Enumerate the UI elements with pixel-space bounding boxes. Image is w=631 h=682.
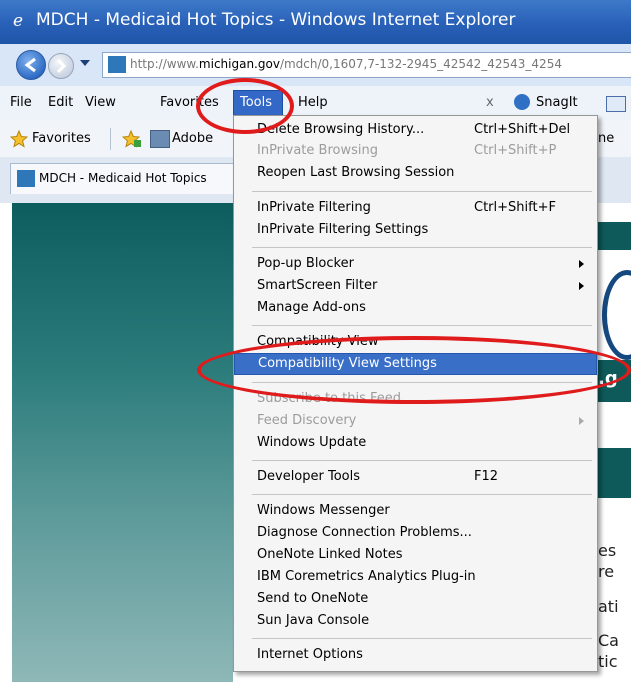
window-title: MDCH - Medicaid Hot Topics - Windows Int…: [36, 10, 516, 30]
svg-text:e: e: [13, 11, 23, 29]
submenu-arrow-icon: [579, 260, 584, 268]
page-text-line: Ca: [598, 631, 619, 650]
title-bar: e MDCH - Medicaid Hot Topics - Windows I…: [0, 0, 631, 44]
page-text-line: ati: [598, 597, 619, 616]
favbar-overflow-text: ne: [598, 131, 615, 146]
menu-item-inprivate-filtering-settings[interactable]: InPrivate Filtering Settings: [234, 220, 595, 241]
page-nav-band: [597, 448, 631, 498]
annotation-ring-compatibility-settings: [197, 336, 631, 404]
menu-item-inprivate-browsing: InPrivate Browsing Ctrl+Shift+P: [257, 143, 557, 158]
menu-file[interactable]: File: [10, 95, 32, 110]
ie-logo-icon: e: [13, 11, 23, 29]
menu-item-smartscreen-filter[interactable]: SmartScreen Filter: [234, 276, 595, 297]
menu-item-delete-browsing-history[interactable]: Delete Browsing History... Ctrl+Shift+De…: [234, 120, 595, 141]
page-text-line: re: [598, 562, 615, 581]
menu-item-manage-addons[interactable]: Manage Add-ons: [234, 298, 595, 319]
menu-item-developer-tools[interactable]: Developer Tools F12: [234, 467, 595, 488]
back-button[interactable]: [16, 50, 46, 80]
menu-view[interactable]: View: [85, 95, 116, 110]
menu-item-internet-options[interactable]: Internet Options: [234, 645, 595, 666]
menu-item-inprivate-filtering[interactable]: InPrivate Filtering Ctrl+Shift+F: [234, 198, 595, 219]
snagit-capture-icon[interactable]: [606, 96, 626, 112]
favbar-divider: [110, 128, 111, 150]
address-row: http://www.michigan.gov/mdch/0,1607,7-13…: [0, 44, 631, 86]
menu-item-diagnose-connection[interactable]: Diagnose Connection Problems...: [234, 523, 595, 544]
snagit-icon: [514, 94, 530, 110]
adobe-link[interactable]: Adobe: [172, 131, 213, 146]
menu-item-feed-discovery: Feed Discovery: [234, 411, 595, 432]
favorites-star-icon: [10, 130, 28, 148]
forward-arrow-icon: [56, 58, 67, 74]
menu-separator: [252, 460, 592, 461]
menu-edit[interactable]: Edit: [48, 95, 73, 110]
menu-item-onenote-linked-notes[interactable]: OneNote Linked Notes: [234, 545, 595, 566]
menu-item-windows-messenger[interactable]: Windows Messenger: [234, 501, 595, 522]
menu-separator: [252, 325, 592, 326]
menu-item-ibm-coremetrics[interactable]: IBM Coremetrics Analytics Plug-in: [234, 567, 595, 588]
tab-mdch-medicaid[interactable]: MDCH - Medicaid Hot Topics: [10, 163, 234, 194]
page-text-line: tic: [598, 652, 618, 671]
menu-separator: [252, 191, 592, 192]
address-bar[interactable]: http://www.michigan.gov/mdch/0,1607,7-13…: [102, 52, 631, 78]
menu-help[interactable]: Help: [298, 95, 328, 110]
annotation-ring-tools: [196, 78, 294, 134]
favorites-button[interactable]: Favorites: [32, 131, 91, 146]
menu-item-send-to-onenote[interactable]: Send to OneNote: [234, 589, 595, 610]
page-background-left: [12, 203, 233, 682]
snagit-button[interactable]: SnagIt: [536, 95, 578, 110]
add-favorite-icon[interactable]: [122, 130, 142, 148]
menu-separator: [252, 638, 592, 639]
site-favicon-icon: [108, 56, 126, 73]
tab-label: MDCH - Medicaid Hot Topics: [39, 171, 207, 185]
menu-item-windows-update[interactable]: Windows Update: [234, 433, 595, 454]
menu-separator: [252, 247, 592, 248]
submenu-arrow-icon: [579, 417, 584, 425]
tab-favicon-icon: [17, 170, 35, 187]
back-arrow-icon: [24, 57, 36, 73]
page-header-band: [597, 222, 631, 250]
menu-item-reopen-last-session[interactable]: Reopen Last Browsing Session: [234, 163, 595, 184]
submenu-arrow-icon: [579, 282, 584, 290]
menu-item-popup-blocker[interactable]: Pop-up Blocker: [234, 254, 595, 275]
adobe-link-icon: [150, 130, 170, 148]
history-dropdown-icon[interactable]: [80, 60, 90, 66]
forward-button[interactable]: [48, 53, 74, 79]
menu-separator: [252, 494, 592, 495]
address-url: http://www.michigan.gov/mdch/0,1607,7-13…: [130, 57, 562, 71]
page-text-line: es: [598, 541, 617, 560]
menu-item-sun-java-console[interactable]: Sun Java Console: [234, 611, 595, 632]
close-toolbar-icon[interactable]: x: [486, 95, 494, 110]
